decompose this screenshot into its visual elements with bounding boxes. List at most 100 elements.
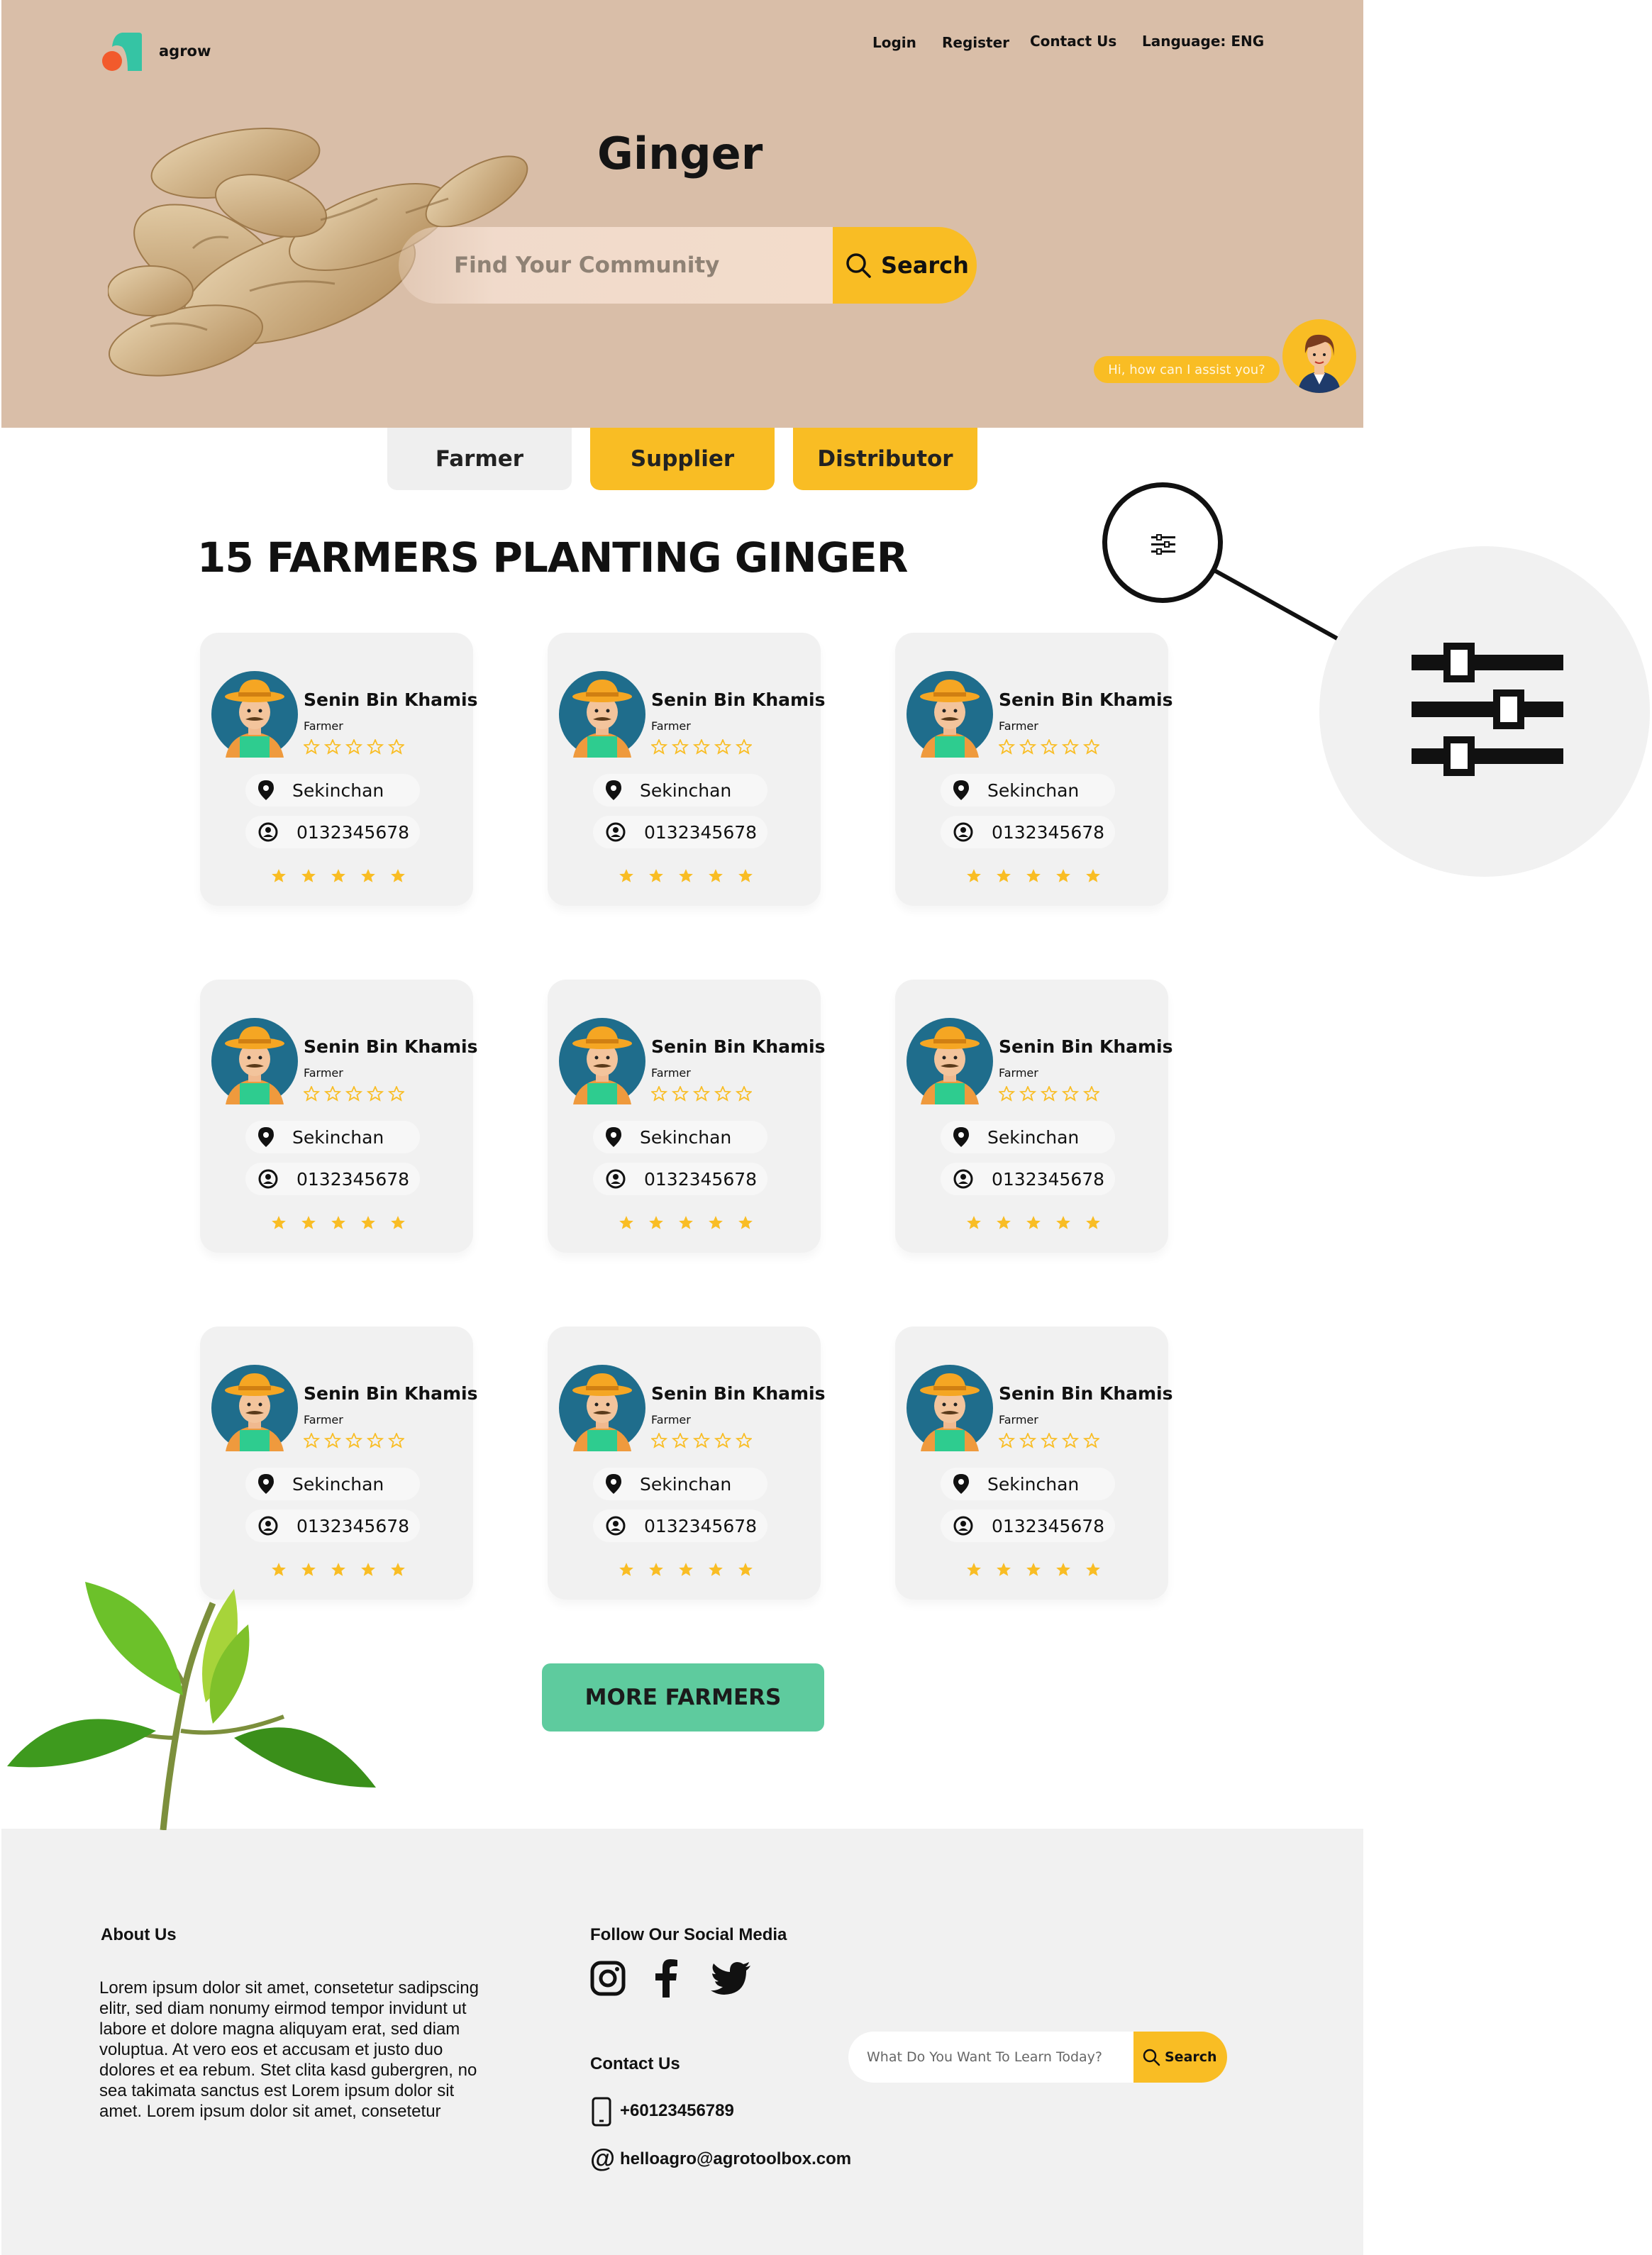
farmer-name[interactable]: Senin Bin Khamis	[304, 1036, 478, 1057]
star-icon	[692, 1431, 711, 1448]
farmer-card[interactable]: Senin Bin Khamis Farmer Sekinchan 013234567…	[895, 980, 1173, 1253]
star-icon	[650, 738, 668, 755]
phone-user-icon	[258, 1169, 278, 1189]
instagram-icon[interactable]	[590, 1961, 626, 1996]
phone-pill: 0132345678	[593, 1163, 767, 1195]
star-icon	[366, 1431, 384, 1448]
star-icon	[272, 1563, 286, 1576]
star-icon	[366, 738, 384, 755]
phone-pill: 0132345678	[245, 1509, 420, 1542]
location-pill: Sekinchan	[593, 1121, 767, 1153]
farmer-card[interactable]: Senin Bin Khamis Farmer Sekinchan 013234567…	[200, 980, 478, 1253]
star-icon	[331, 1563, 345, 1576]
footer-search-input[interactable]: What Do You Want To Learn Today?	[848, 2032, 1133, 2083]
hero-search-button[interactable]: Search	[833, 227, 977, 304]
star-icon	[301, 1216, 316, 1229]
rating-stars	[619, 869, 753, 882]
star-icon	[301, 1563, 316, 1576]
star-icon	[1082, 1431, 1101, 1448]
farmer-card[interactable]: Senin Bin Khamis Farmer Sekinchan 013234567…	[548, 980, 826, 1253]
contact-email[interactable]: helloagro@agrotoolbox.com	[620, 2149, 851, 2169]
farmer-name[interactable]: Senin Bin Khamis	[304, 1383, 478, 1404]
farmer-name[interactable]: Senin Bin Khamis	[651, 1383, 826, 1404]
star-icon	[692, 738, 711, 755]
star-icon	[649, 869, 663, 882]
nav-contact[interactable]: Contact Us	[1030, 33, 1116, 50]
filter-callout-line	[1212, 567, 1338, 641]
contact-phone[interactable]: +60123456789	[620, 2101, 734, 2121]
nav-register[interactable]: Register	[942, 34, 1009, 51]
filter-button[interactable]	[1102, 482, 1223, 603]
rating-stars	[272, 869, 405, 882]
star-icon	[709, 869, 723, 882]
more-farmers-button[interactable]: MORE FARMERS	[542, 1663, 824, 1732]
farmer-phone[interactable]: 0132345678	[644, 822, 757, 843]
phone-user-icon	[258, 1516, 278, 1536]
farmer-phone[interactable]: 0132345678	[992, 1169, 1104, 1190]
star-icon	[361, 1563, 375, 1576]
star-icon	[714, 1085, 732, 1102]
nav-login[interactable]: Login	[872, 34, 916, 51]
farmer-card[interactable]: Senin Bin Khamis Farmer Sekinchan 013234567…	[895, 633, 1173, 906]
hero-banner: agrow Login Register Contact Us Language…	[1, 0, 1363, 428]
farmer-name[interactable]: Senin Bin Khamis	[999, 689, 1173, 710]
star-icon	[997, 738, 1016, 755]
farmer-location: Sekinchan	[292, 1126, 384, 1148]
farmer-name[interactable]: Senin Bin Khamis	[651, 1036, 826, 1057]
farmer-phone[interactable]: 0132345678	[992, 822, 1104, 843]
twitter-icon[interactable]	[711, 1962, 750, 1995]
plant-decoration	[7, 1582, 376, 1830]
star-icon	[361, 1216, 375, 1229]
farmer-name[interactable]: Senin Bin Khamis	[999, 1383, 1173, 1404]
nav-language[interactable]: Language: ENG	[1142, 33, 1264, 50]
farmer-location: Sekinchan	[292, 780, 384, 801]
contact-title: Contact Us	[590, 2054, 680, 2073]
farmer-location: Sekinchan	[292, 1473, 384, 1495]
star-icon	[714, 1431, 732, 1448]
star-icon	[331, 869, 345, 882]
star-icon	[1026, 869, 1041, 882]
star-icon	[366, 1085, 384, 1102]
farmer-name[interactable]: Senin Bin Khamis	[651, 689, 826, 710]
rating-stars	[619, 1216, 753, 1229]
farmer-avatar	[559, 1365, 645, 1451]
star-icon	[345, 738, 363, 755]
farmer-card[interactable]: Senin Bin Khamis Farmer Sekinchan 013234567…	[200, 633, 478, 906]
filter-sliders-icon	[1412, 643, 1563, 776]
farmer-card[interactable]: Senin Bin Khamis Farmer Sekinchan 013234567…	[548, 1326, 826, 1600]
about-text: Lorem ipsum dolor sit amet, consetetur s…	[99, 1978, 479, 2121]
star-icon	[1026, 1563, 1041, 1576]
farmer-phone[interactable]: 0132345678	[296, 1169, 409, 1190]
phone-user-icon	[953, 1169, 973, 1189]
farmer-phone[interactable]: 0132345678	[992, 1516, 1104, 1536]
facebook-icon[interactable]	[654, 1959, 678, 1998]
tab-farmer[interactable]: Farmer	[387, 428, 572, 490]
farmer-phone[interactable]: 0132345678	[644, 1169, 757, 1190]
star-icon	[735, 738, 753, 755]
farmer-name[interactable]: Senin Bin Khamis	[304, 689, 478, 710]
tab-supplier[interactable]: Supplier	[590, 428, 775, 490]
rating-stars	[967, 1216, 1100, 1229]
phone-user-icon	[606, 1169, 626, 1189]
star-icon	[649, 1563, 663, 1576]
farmer-card[interactable]: Senin Bin Khamis Farmer Sekinchan 013234567…	[200, 1326, 478, 1600]
assistant-avatar[interactable]	[1282, 319, 1356, 393]
assistant-message[interactable]: Hi, how can I assist you?	[1094, 356, 1280, 383]
farmer-phone[interactable]: 0132345678	[296, 1516, 409, 1536]
footer-search-button[interactable]: Search	[1133, 2032, 1227, 2083]
search-icon	[1143, 2049, 1160, 2066]
farmer-card[interactable]: Senin Bin Khamis Farmer Sekinchan 013234567…	[895, 1326, 1173, 1600]
location-pin-icon	[258, 780, 274, 800]
star-icon	[1082, 738, 1101, 755]
star-icon	[1086, 1216, 1100, 1229]
rating-stars-outline	[302, 1085, 406, 1102]
farmer-phone[interactable]: 0132345678	[644, 1516, 757, 1536]
star-icon	[302, 1431, 321, 1448]
farmer-card[interactable]: Senin Bin Khamis Farmer Sekinchan 013234567…	[548, 633, 826, 906]
tab-distributor[interactable]: Distributor	[793, 428, 977, 490]
farmer-phone[interactable]: 0132345678	[296, 822, 409, 843]
farmer-name[interactable]: Senin Bin Khamis	[999, 1036, 1173, 1057]
farmer-location: Sekinchan	[640, 1126, 732, 1148]
star-icon	[619, 869, 633, 882]
community-search-input[interactable]: Find Your Community	[399, 227, 833, 304]
